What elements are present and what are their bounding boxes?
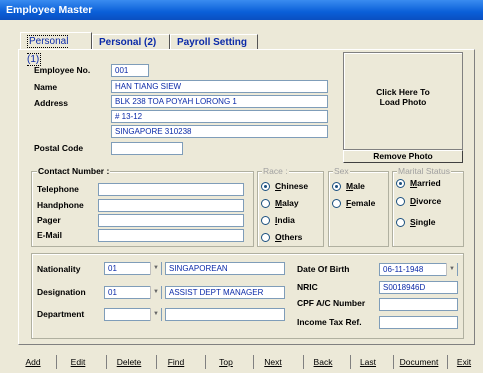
tab-personal-2-label: Personal (2) <box>99 37 157 48</box>
designation-code-value: 01 <box>108 288 117 297</box>
cpf-field[interactable] <box>379 298 458 311</box>
sex-group-title: Sex <box>333 166 350 176</box>
nationality-code-value: 01 <box>108 264 117 273</box>
cpf-label: CPF A/C Number <box>297 298 366 308</box>
document-button-label: Document <box>399 357 439 367</box>
top-button-label: Top <box>219 357 233 367</box>
exit-button-label: Exit <box>456 357 472 367</box>
last-button[interactable]: Last <box>356 355 380 369</box>
telephone-field[interactable] <box>98 183 244 196</box>
race-chinese-radio[interactable] <box>261 182 270 191</box>
race-india-label: India <box>275 215 295 225</box>
nationality-dropdown-icon[interactable]: ▼ <box>150 262 161 275</box>
race-chinese-label: Chinese <box>275 181 309 191</box>
find-button-label: Find <box>167 357 185 367</box>
dob-label: Date Of Birth <box>297 264 350 274</box>
document-button[interactable]: Document <box>397 355 441 369</box>
tab-payroll-setting[interactable]: Payroll Setting <box>170 34 258 50</box>
toolbar-separator <box>56 355 57 369</box>
address-label: Address <box>34 98 69 108</box>
postal-code-field[interactable] <box>111 142 183 155</box>
postal-code-label: Postal Code <box>34 143 84 153</box>
tab-personal-1[interactable]: Personal (1) <box>20 32 92 66</box>
sex-male-radio[interactable] <box>332 182 341 191</box>
back-button-label: Back <box>313 357 333 367</box>
department-label: Department <box>37 309 85 319</box>
toolbar-separator <box>106 355 107 369</box>
race-others-label: Others <box>275 232 303 242</box>
tab-payroll-setting-label: Payroll Setting <box>177 37 248 48</box>
sex-female-radio[interactable] <box>332 199 341 208</box>
department-desc-field[interactable] <box>165 308 285 321</box>
sex-female-label: Female <box>346 198 376 208</box>
toolbar-separator <box>350 355 351 369</box>
next-button[interactable]: Next <box>260 355 286 369</box>
race-others-radio[interactable] <box>261 233 270 242</box>
edit-button[interactable]: Edit <box>66 355 90 369</box>
load-photo-label-1: Click Here To <box>376 87 430 97</box>
add-button[interactable]: Add <box>22 355 44 369</box>
load-photo-label-2: Load Photo <box>379 97 427 107</box>
delete-button[interactable]: Delete <box>114 355 144 369</box>
marital-divorce-radio[interactable] <box>396 197 405 206</box>
dob-value: 06-11-1948 <box>383 265 424 274</box>
marital-divorce-label: Divorce <box>410 196 442 206</box>
last-button-label: Last <box>359 357 377 367</box>
nationality-label: Nationality <box>37 264 81 274</box>
edit-button-label: Edit <box>70 357 86 367</box>
delete-button-label: Delete <box>116 357 142 367</box>
nric-label: NRIC <box>297 282 318 292</box>
toolbar-separator <box>393 355 394 369</box>
photo-box[interactable]: Click Here To Load Photo <box>343 52 463 150</box>
email-field[interactable] <box>98 229 244 242</box>
tab-personal-2[interactable]: Personal (2) <box>92 34 170 50</box>
income-tax-field[interactable] <box>379 316 458 329</box>
marital-married-radio[interactable] <box>396 179 405 188</box>
toolbar-separator <box>156 355 157 369</box>
remove-photo-button[interactable]: Remove Photo <box>343 150 463 163</box>
top-button[interactable]: Top <box>214 355 238 369</box>
employee-no-label: Employee No. <box>34 65 91 75</box>
dob-dropdown-icon[interactable]: ▼ <box>446 263 457 276</box>
toolbar-separator <box>205 355 206 369</box>
department-dropdown-icon[interactable]: ▼ <box>150 308 161 321</box>
email-label: E-Mail <box>37 230 63 240</box>
contact-group-title: Contact Number : <box>37 166 111 176</box>
next-button-label: Next <box>264 357 282 367</box>
pager-label: Pager <box>37 215 61 225</box>
race-group-title: Race : <box>262 166 289 176</box>
marital-married-label: Married <box>410 178 441 188</box>
back-button[interactable]: Back <box>310 355 336 369</box>
nric-field[interactable]: S0018946D <box>379 281 458 294</box>
add-button-label: Add <box>25 357 41 367</box>
name-field[interactable]: HAN TIANG SIEW <box>111 80 328 93</box>
name-label: Name <box>34 82 58 92</box>
window-title: Employee Master <box>0 0 483 20</box>
handphone-field[interactable] <box>98 199 244 212</box>
toolbar-separator <box>447 355 448 369</box>
address-line1-field[interactable]: BLK 238 TOA POYAH LORONG 1 <box>111 95 328 108</box>
designation-desc-field[interactable]: ASSIST DEPT MANAGER <box>165 286 285 299</box>
employee-no-field[interactable]: 001 <box>111 64 149 77</box>
address-line2-field[interactable]: # 13-12 <box>111 110 328 123</box>
exit-button[interactable]: Exit <box>453 355 475 369</box>
marital-group-title: Marital Status <box>397 166 451 176</box>
find-button[interactable]: Find <box>164 355 188 369</box>
race-india-radio[interactable] <box>261 216 270 225</box>
marital-single-label: Single <box>410 217 436 227</box>
designation-dropdown-icon[interactable]: ▼ <box>150 286 161 299</box>
address-line3-field[interactable]: SINGAPORE 310238 <box>111 125 328 138</box>
handphone-label: Handphone <box>37 200 84 210</box>
pager-field[interactable] <box>98 214 244 227</box>
designation-label: Designation <box>37 287 86 297</box>
toolbar-separator <box>253 355 254 369</box>
nationality-desc-field[interactable]: SINGAPOREAN <box>165 262 285 275</box>
race-malay-label: Malay <box>275 198 299 208</box>
telephone-label: Telephone <box>37 184 79 194</box>
marital-single-radio[interactable] <box>396 218 405 227</box>
income-tax-label: Income Tax Ref. <box>297 317 362 327</box>
race-malay-radio[interactable] <box>261 199 270 208</box>
toolbar-separator <box>303 355 304 369</box>
sex-male-label: Male <box>346 181 365 191</box>
